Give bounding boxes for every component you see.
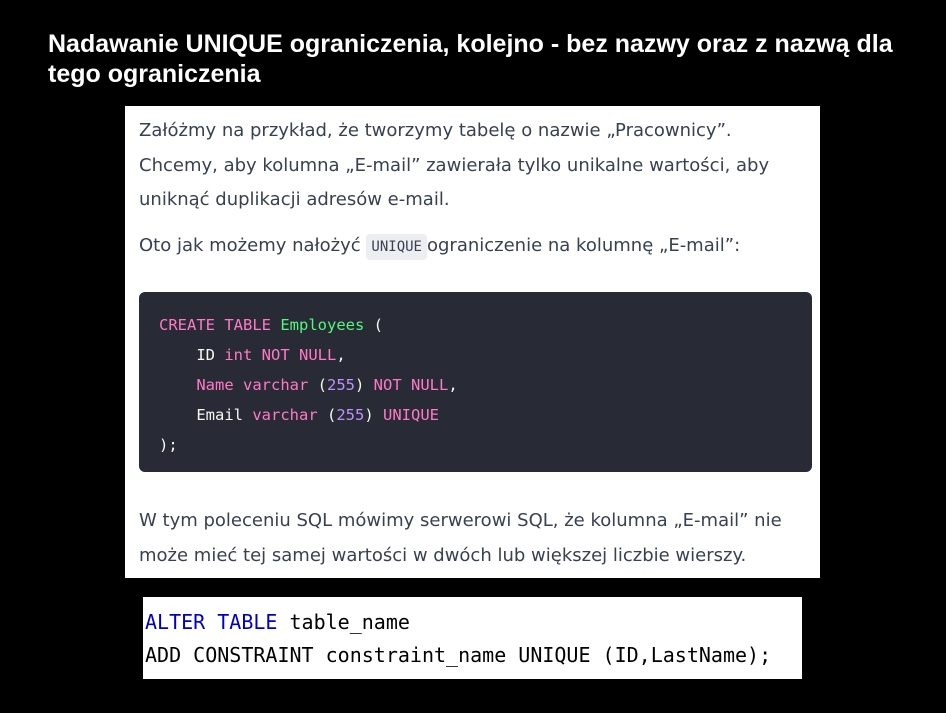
code-number: 255: [326, 376, 355, 394]
code-alter-table: ALTER TABLE table_name ADD CONSTRAINT co…: [145, 606, 771, 672]
instruction-paragraph: Oto jak możemy nałożyć UNIQUE ograniczeni…: [139, 229, 809, 265]
code-token: ID: [196, 346, 225, 364]
code-token: Name varchar: [196, 376, 309, 394]
code-token: CREATE TABLE: [159, 316, 281, 334]
code-number: 255: [336, 406, 365, 424]
code-block-alter-table: ALTER TABLE table_name ADD CONSTRAINT co…: [143, 597, 802, 679]
sql-line: ADD CONSTRAINT constraint_name UNIQUE (I…: [145, 643, 772, 667]
code-token: ,: [336, 346, 346, 364]
code-token: NOT NULL: [373, 376, 449, 394]
code-token: ,: [448, 376, 458, 394]
article-excerpt: Załóżmy na przykład, że tworzymy tabelę …: [125, 106, 820, 578]
intro-paragraph: Załóżmy na przykład, że tworzymy tabelę …: [139, 120, 770, 210]
instruction-text-start: Oto jak możemy nałożyć: [139, 235, 367, 256]
code-token: ): [354, 376, 374, 394]
code-token: UNIQUE: [383, 406, 439, 424]
code-token: Email: [196, 406, 253, 424]
inline-code-unique: UNIQUE: [366, 234, 427, 260]
code-token: (: [364, 316, 383, 334]
code-token: varchar: [252, 406, 318, 424]
code-token: int NOT NULL: [224, 346, 337, 364]
explanation-paragraph: W tym poleceniu SQL mówimy serwerowi SQL…: [139, 510, 782, 566]
code-token: Employees: [280, 316, 365, 334]
code-token: (: [317, 406, 337, 424]
code-token: );: [159, 436, 178, 454]
instruction-text-end: ograniczenie na kolumnę „E-mail”:: [426, 235, 741, 256]
code-token: ): [364, 406, 383, 424]
page-title: Nadawanie UNIQUE ograniczenia, kolejno -…: [48, 30, 893, 88]
sql-token: table_name: [277, 610, 410, 634]
code-token: (: [308, 376, 327, 394]
sql-keyword: ALTER TABLE: [145, 610, 278, 634]
code-block-create-table: CREATE TABLE Employees ( ID int NOT NULL…: [139, 292, 812, 472]
code-create-table: CREATE TABLE Employees ( ID int NOT NULL…: [159, 310, 458, 460]
